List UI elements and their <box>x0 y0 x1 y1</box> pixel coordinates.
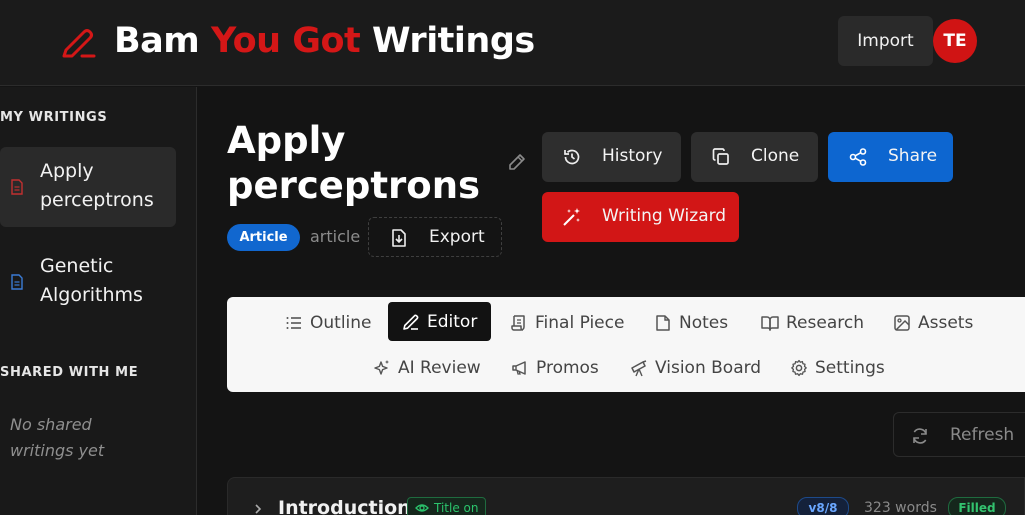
refresh-icon <box>910 426 930 446</box>
tab-vision-board[interactable]: Vision Board <box>630 348 761 387</box>
tab-label: AI Review <box>398 357 481 378</box>
import-button[interactable]: Import <box>838 16 933 66</box>
sidebar-item-label: Apply perceptrons <box>40 160 154 211</box>
book-icon <box>761 314 779 332</box>
title-on-label: Title on <box>434 501 479 515</box>
share-icon <box>848 147 868 167</box>
sidebar-item-label: Genetic Algorithms <box>40 255 143 306</box>
app-header: Bam You Got Writings Import TE <box>0 0 1025 86</box>
tab-label: Notes <box>679 312 729 333</box>
user-avatar[interactable]: TE <box>933 19 977 63</box>
brand-word-3: Writings <box>371 21 535 61</box>
tab-label: Settings <box>815 357 885 378</box>
tab-label: Final Piece <box>535 312 625 333</box>
history-label: History <box>602 146 663 166</box>
copy-icon <box>711 147 731 167</box>
edit-title-icon[interactable] <box>506 151 528 173</box>
export-button[interactable]: Export <box>368 217 502 257</box>
writing-wizard-label: Writing Wizard <box>602 206 727 226</box>
tab-research[interactable]: Research <box>761 303 864 342</box>
history-icon <box>562 147 582 167</box>
tab-editor[interactable]: Editor <box>388 302 492 341</box>
pencil-icon <box>402 313 420 331</box>
eye-icon <box>415 501 429 515</box>
tab-settings[interactable]: Settings <box>790 348 885 387</box>
brand-word-1: Bam <box>114 21 200 61</box>
type-text: article <box>310 227 361 246</box>
tab-label: Editor <box>427 311 478 332</box>
status-badge: Filled <box>948 497 1006 515</box>
sidebar-item-genetic-algorithms[interactable]: Genetic Algorithms <box>0 242 176 322</box>
sidebar-item-apply-perceptrons[interactable]: Apply perceptrons <box>0 147 176 227</box>
tab-assets[interactable]: Assets <box>893 303 973 342</box>
pencil-logo-icon <box>60 24 96 58</box>
download-icon <box>389 228 409 248</box>
tab-promos[interactable]: Promos <box>511 348 599 387</box>
sidebar: MY WRITINGS Apply perceptrons Genetic Al… <box>0 87 197 515</box>
tab-final-piece[interactable]: Final Piece <box>510 303 624 342</box>
type-badge: Article <box>227 224 300 251</box>
writing-wizard-button[interactable]: Writing Wizard <box>542 192 739 242</box>
note-icon <box>654 314 672 332</box>
gear-icon <box>790 359 808 377</box>
export-label: Export <box>429 227 485 247</box>
share-label: Share <box>888 146 938 166</box>
section-row[interactable]: Introduction Title on v8/8 323 words Fil… <box>227 477 1025 515</box>
chevron-right-icon[interactable] <box>252 503 264 515</box>
tab-ai-review[interactable]: AI Review <box>373 348 481 387</box>
share-button[interactable]: Share <box>828 132 953 182</box>
tab-label: Research <box>786 312 864 333</box>
document-icon <box>10 179 24 195</box>
list-icon <box>285 314 303 332</box>
shared-with-me-heading: SHARED WITH ME <box>0 365 139 380</box>
tab-notes[interactable]: Notes <box>654 303 728 342</box>
megaphone-icon <box>511 359 529 377</box>
tab-outline[interactable]: Outline <box>285 303 372 342</box>
telescope-icon <box>630 359 648 377</box>
version-badge[interactable]: v8/8 <box>797 497 849 515</box>
title-on-badge[interactable]: Title on <box>407 497 486 515</box>
app-brand[interactable]: Bam You Got Writings <box>114 19 535 63</box>
clone-button[interactable]: Clone <box>691 132 818 182</box>
image-icon <box>893 314 911 332</box>
tab-label: Promos <box>536 357 599 378</box>
tab-label: Assets <box>918 312 974 333</box>
tab-label: Outline <box>310 312 372 333</box>
tab-label: Vision Board <box>655 357 762 378</box>
clone-label: Clone <box>751 146 800 166</box>
word-count: 323 words <box>864 500 937 515</box>
document-title: Apply perceptrons <box>227 119 481 207</box>
document-icon <box>10 274 24 290</box>
brand-word-2: You Got <box>210 21 361 61</box>
shared-empty-state: No shared writings yet <box>10 415 105 460</box>
history-button[interactable]: History <box>542 132 681 182</box>
section-title: Introduction <box>278 497 411 515</box>
my-writings-heading: MY WRITINGS <box>0 110 108 125</box>
tab-bar: Outline Editor Final Piece Notes Researc… <box>227 297 1025 392</box>
magic-wand-icon <box>562 207 582 227</box>
sparkles-icon <box>373 359 391 377</box>
refresh-label: Refresh <box>950 425 1015 445</box>
scroll-icon <box>510 314 528 332</box>
refresh-button[interactable]: Refresh <box>893 412 1025 457</box>
